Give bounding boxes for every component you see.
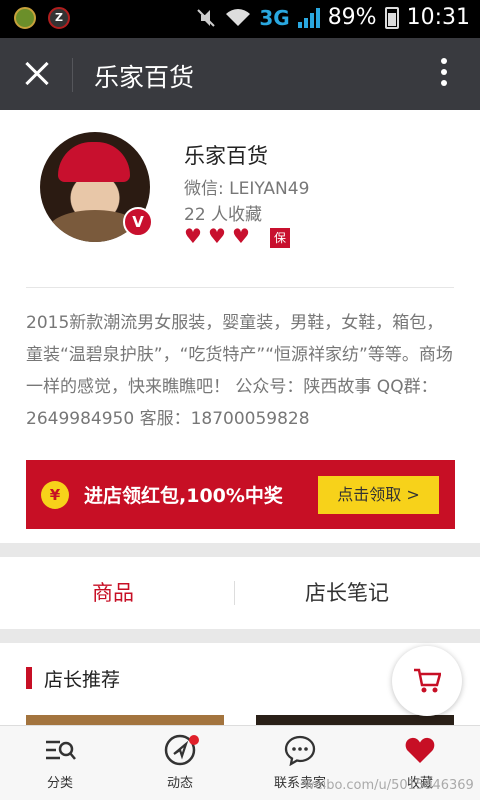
heart-icon: ♥ bbox=[184, 224, 202, 248]
guarantee-badge: 保 bbox=[270, 228, 290, 248]
network-type: 3G bbox=[259, 5, 290, 30]
tab-goods[interactable]: 商品 bbox=[92, 577, 134, 607]
heart-icon: ♥ bbox=[232, 224, 250, 248]
status-indicators: 3G 89% 10:31 bbox=[195, 5, 470, 30]
product-image[interactable] bbox=[26, 715, 224, 725]
tab-divider bbox=[234, 581, 235, 605]
rating-hearts: ♥ ♥ ♥ bbox=[184, 224, 250, 248]
divider bbox=[26, 287, 454, 288]
title-divider bbox=[72, 58, 73, 92]
claim-button[interactable]: 点击领取 > bbox=[318, 476, 439, 514]
yen-icon: ¥ bbox=[41, 481, 69, 509]
wechat-id: 微信: LEIYAN49 bbox=[184, 179, 310, 199]
verified-badge: V bbox=[123, 207, 153, 237]
wifi-icon bbox=[226, 8, 251, 26]
watermark: weibo.com/u/5015946369 bbox=[304, 778, 474, 793]
tab-owner-notes[interactable]: 店长笔记 bbox=[305, 577, 389, 607]
category-icon bbox=[46, 740, 76, 760]
muted-icon bbox=[197, 8, 216, 27]
nav-feed[interactable]: 动态 bbox=[130, 734, 230, 791]
nav-label: 动态 bbox=[166, 776, 193, 791]
more-options-icon[interactable] bbox=[440, 58, 448, 92]
red-packet-banner[interactable]: ¥ 进店领红包,100%中奖 点击领取 > bbox=[26, 460, 455, 529]
chat-icon bbox=[284, 735, 316, 766]
notification-dot bbox=[189, 735, 199, 745]
tab-bar: 商品 店长笔记 bbox=[0, 557, 480, 629]
nav-category[interactable]: 分类 bbox=[10, 734, 110, 791]
section-marker bbox=[26, 667, 32, 689]
page-title: 乐家百货 bbox=[94, 63, 195, 92]
cart-button[interactable] bbox=[392, 646, 462, 716]
battery-icon bbox=[384, 6, 399, 29]
product-image[interactable] bbox=[256, 715, 454, 725]
heart-icon bbox=[405, 737, 435, 763]
app-notification-icon: Z bbox=[48, 7, 70, 29]
app-notification-icon bbox=[14, 7, 36, 29]
shop-name: 乐家百货 bbox=[184, 144, 268, 168]
heart-icon: ♥ bbox=[208, 224, 226, 248]
signal-icon bbox=[297, 7, 320, 28]
clock: 10:31 bbox=[406, 5, 470, 30]
close-icon[interactable] bbox=[20, 56, 56, 92]
status-notifications: Z bbox=[14, 7, 70, 29]
status-bar: Z 3G 89% 10:31 bbox=[0, 0, 480, 38]
shop-description: 2015新款潮流男女服装，婴童装，男鞋，女鞋，箱包，童装“温碧泉护肤”，“吃货特… bbox=[26, 313, 453, 429]
promo-text: 进店领红包,100%中奖 bbox=[84, 485, 283, 507]
favorites-count: 22 人收藏 bbox=[184, 205, 263, 225]
title-bar: 乐家百货 bbox=[0, 38, 480, 110]
recommend-title: 店长推荐 bbox=[44, 669, 121, 691]
nav-label: 分类 bbox=[46, 776, 73, 791]
cart-icon bbox=[414, 668, 441, 693]
battery-percent: 89% bbox=[327, 5, 377, 30]
shop-profile: V 乐家百货 微信: LEIYAN49 22 人收藏 ♥ ♥ ♥ 保 2015新… bbox=[0, 110, 480, 543]
